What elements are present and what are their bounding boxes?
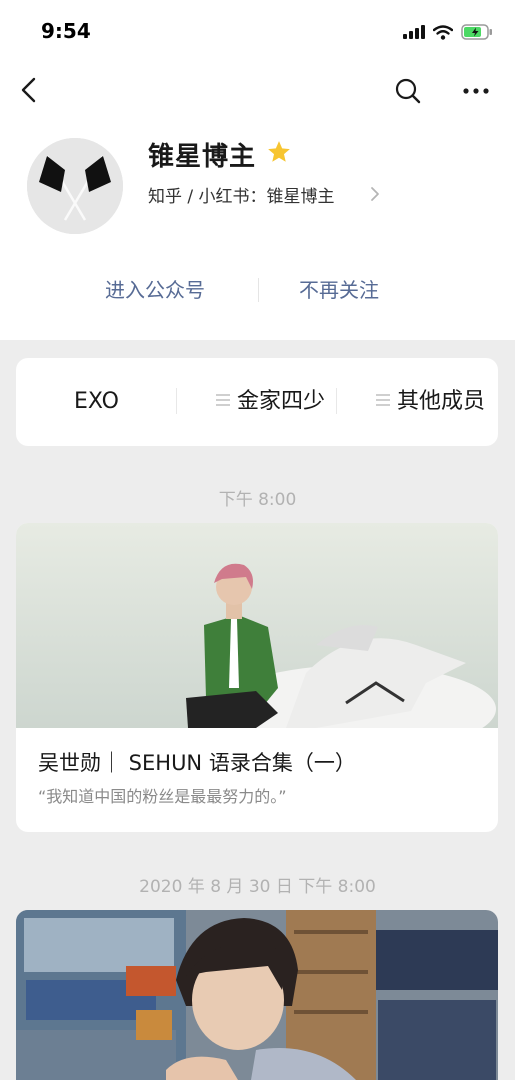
message-timestamp: 2020 年 8 月 30 日 下午 8:00 — [139, 877, 376, 897]
menu-divider — [336, 388, 337, 414]
menu-item-exo[interactable]: EXO — [74, 358, 119, 446]
wifi-icon — [433, 24, 453, 40]
battery-icon — [461, 24, 492, 40]
menu-item-other-members[interactable]: 其他成员 — [376, 358, 485, 446]
unfollow-button[interactable]: 不再关注 — [299, 272, 379, 308]
menu-item-jinjiasishao[interactable]: 金家四少 — [216, 358, 325, 446]
message-timestamp: 下午 8:00 — [218, 490, 297, 510]
search-icon[interactable] — [392, 75, 424, 107]
article-title: 吴世勋｜ SEHUN 语录合集（一） — [38, 751, 356, 775]
star-icon — [268, 141, 290, 162]
chevron-right-icon[interactable] — [368, 184, 382, 204]
submenu-icon — [216, 394, 230, 406]
account-name: 锥星博主 — [148, 142, 257, 172]
avatar[interactable] — [27, 138, 123, 234]
submenu-icon — [376, 394, 390, 406]
status-time: 9:54 — [41, 19, 91, 43]
menu-item-label: 金家四少 — [237, 389, 326, 414]
article-cover-image — [16, 523, 498, 728]
article-cover-image — [16, 910, 498, 1080]
signal-icon — [403, 25, 425, 39]
account-description[interactable]: 知乎 / 小红书：锥星博主 — [148, 182, 335, 207]
enter-account-button[interactable]: 进入公众号 — [105, 272, 205, 308]
action-divider — [258, 278, 259, 302]
article-card[interactable] — [16, 910, 498, 1080]
profile-header: 锥星博主 知乎 / 小红书：锥星博主 进入公众号 不再关注 — [0, 122, 515, 340]
more-icon[interactable] — [458, 75, 494, 107]
article-digest: “我知道中国的粉丝是最最努力的。” — [38, 787, 287, 806]
back-arrow-icon[interactable] — [14, 74, 46, 106]
menu-bar: EXO 金家四少 其他成员 — [16, 358, 498, 446]
article-card[interactable]: 吴世勋｜ SEHUN 语录合集（一） “我知道中国的粉丝是最最努力的。” — [16, 523, 498, 832]
status-icons — [403, 22, 493, 42]
menu-divider — [176, 388, 177, 414]
menu-item-label: 其他成员 — [397, 389, 486, 414]
status-bar: 9:54 — [0, 0, 515, 60]
menu-item-label: EXO — [74, 389, 119, 414]
crossed-flags-logo-icon — [27, 138, 123, 234]
nav-bar — [0, 60, 515, 122]
action-row: 进入公众号 不再关注 — [0, 272, 515, 308]
